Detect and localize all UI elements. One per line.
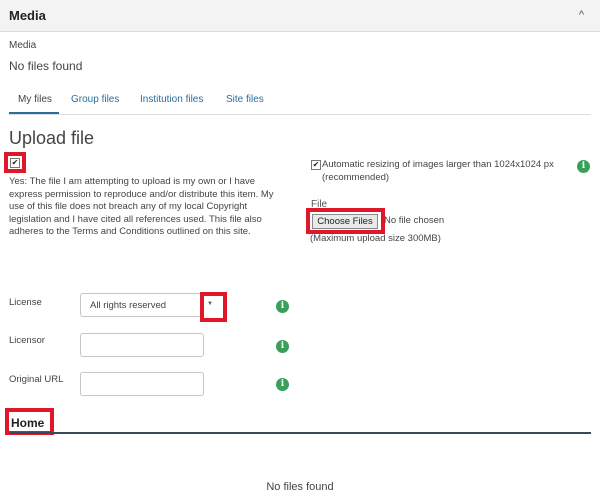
tab-site-files[interactable]: Site files (226, 94, 264, 105)
media-empty-text: No files found (9, 59, 83, 73)
choose-files-button[interactable]: Choose Files (312, 214, 378, 229)
media-panel-header[interactable]: Media ^ (0, 0, 600, 32)
no-file-chosen-text: No file chosen (384, 215, 445, 226)
max-upload-size-text: (Maximum upload size 300MB) (310, 233, 441, 244)
info-icon[interactable]: i (276, 300, 289, 313)
info-icon[interactable]: i (577, 160, 590, 173)
upload-heading: Upload file (9, 128, 95, 148)
info-icon[interactable]: i (276, 340, 289, 353)
license-selected-value: All rights reserved (90, 300, 167, 311)
info-icon[interactable]: i (276, 378, 289, 391)
tab-my-files[interactable]: My files (18, 94, 52, 105)
home-divider (9, 432, 591, 434)
consent-checkbox[interactable]: ✔ (10, 158, 20, 168)
license-label: License (9, 297, 42, 308)
home-empty-text: No files found (266, 481, 334, 493)
resize-checkbox[interactable]: ✔ (311, 160, 321, 170)
license-select[interactable]: All rights reserved (80, 293, 204, 317)
file-tabs: My files Group files Institution files S… (9, 86, 591, 115)
original-url-label: Original URL (9, 374, 64, 385)
licensor-label: Licensor (9, 335, 45, 346)
licensor-input[interactable] (80, 333, 204, 357)
caret-down-icon[interactable]: ▼ (207, 301, 213, 307)
consent-text: Yes: The file I am attempting to upload … (9, 176, 274, 237)
tab-institution-files[interactable]: Institution files (140, 94, 203, 105)
chevron-up-icon[interactable]: ^ (579, 9, 584, 21)
media-label: Media (9, 40, 37, 51)
original-url-input[interactable] (80, 372, 204, 396)
active-tab-indicator (9, 112, 59, 114)
tab-group-files[interactable]: Group files (71, 94, 119, 105)
resize-text: Automatic resizing of images larger than… (322, 159, 554, 183)
license-dropdown-highlight (200, 292, 227, 322)
home-title: Home (11, 416, 45, 430)
panel-title: Media (9, 8, 46, 23)
